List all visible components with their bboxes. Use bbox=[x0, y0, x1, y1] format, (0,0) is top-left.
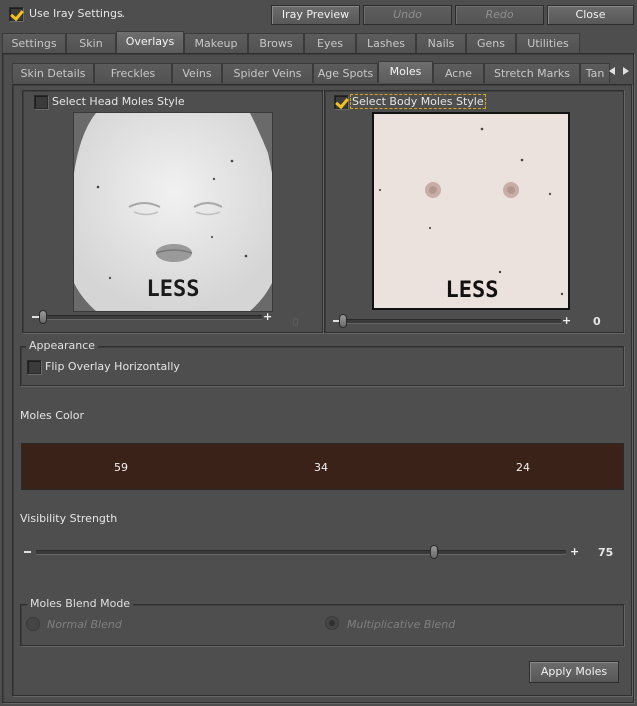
head-moles-preview[interactable]: LESS bbox=[73, 112, 273, 312]
tab-makeup[interactable]: Makeup bbox=[184, 33, 248, 53]
tab-settings[interactable]: Settings bbox=[2, 33, 66, 53]
head-moles-label: Select Head Moles Style bbox=[52, 95, 185, 108]
tab-skin[interactable]: Skin bbox=[66, 33, 116, 53]
body-slider-value: 0 bbox=[593, 315, 601, 328]
moles-color-swatch[interactable]: 59 34 24 bbox=[21, 443, 624, 490]
head-moles-slider-thumb[interactable] bbox=[39, 310, 47, 324]
color-green-value: 34 bbox=[314, 461, 328, 474]
tab-brows[interactable]: Brows bbox=[248, 33, 304, 53]
tab-overlays[interactable]: Overlays bbox=[116, 31, 184, 53]
normal-blend-label: Normal Blend bbox=[47, 618, 122, 631]
visibility-plus-icon[interactable]: + bbox=[570, 545, 579, 558]
tab-nails[interactable]: Nails bbox=[416, 33, 466, 53]
redo-button[interactable]: Redo bbox=[455, 5, 544, 25]
head-slider-plus-icon[interactable]: + bbox=[263, 310, 272, 323]
tab-freckles[interactable]: Freckles bbox=[94, 63, 172, 83]
sub-tab-bar: Skin Details Freckles Veins Spider Veins… bbox=[12, 61, 634, 83]
top-bar: Use Iray Settings .. Iray Preview Undo R… bbox=[0, 0, 637, 30]
main-tab-bar: Settings Skin Overlays Makeup Brows Eyes… bbox=[2, 31, 635, 53]
normal-blend-radio[interactable] bbox=[26, 617, 40, 631]
flip-overlay-checkbox[interactable] bbox=[27, 360, 41, 374]
tab-moles[interactable]: Moles bbox=[378, 61, 433, 83]
visibility-slider-thumb[interactable] bbox=[429, 545, 438, 559]
moles-color-label: Moles Color bbox=[20, 409, 84, 422]
head-slider-value: 0 bbox=[292, 316, 299, 329]
iray-preview-button[interactable]: Iray Preview bbox=[271, 5, 360, 25]
blend-mode-title: Moles Blend Mode bbox=[27, 597, 134, 610]
body-preview-text: LESS bbox=[445, 278, 499, 303]
apply-moles-button[interactable]: Apply Moles bbox=[529, 661, 619, 683]
body-moles-label: Select Body Moles Style bbox=[350, 94, 486, 109]
tab-eyes[interactable]: Eyes bbox=[304, 33, 356, 53]
head-moles-slider-track[interactable] bbox=[40, 315, 262, 320]
head-moles-checkbox[interactable] bbox=[34, 95, 48, 109]
tab-stretch-marks[interactable]: Stretch Marks bbox=[484, 63, 580, 83]
visibility-label: Visibility Strength bbox=[20, 512, 118, 525]
tab-skin-details[interactable]: Skin Details bbox=[12, 63, 94, 83]
scroll-left-icon[interactable] bbox=[609, 67, 615, 75]
tab-tan[interactable]: Tan bbox=[580, 63, 610, 83]
body-moles-preview[interactable]: LESS bbox=[372, 112, 570, 310]
close-button[interactable]: Close bbox=[547, 5, 634, 25]
tab-utilities[interactable]: Utilities bbox=[516, 33, 580, 53]
visibility-minus-icon[interactable] bbox=[24, 551, 31, 553]
tab-spider-veins[interactable]: Spider Veins bbox=[222, 63, 313, 83]
tab-veins[interactable]: Veins bbox=[172, 63, 222, 83]
ellipsis-text: .. bbox=[118, 7, 125, 20]
tab-lashes[interactable]: Lashes bbox=[356, 33, 416, 53]
flip-overlay-label: Flip Overlay Horizontally bbox=[45, 360, 180, 373]
use-iray-checkbox[interactable] bbox=[9, 7, 23, 21]
multiplicative-blend-label: Multiplicative Blend bbox=[347, 618, 456, 631]
multiplicative-blend-radio[interactable] bbox=[325, 616, 339, 630]
scroll-right-icon[interactable] bbox=[623, 67, 629, 75]
body-slider-plus-icon[interactable]: + bbox=[562, 314, 571, 327]
body-moles-checkbox[interactable] bbox=[334, 95, 348, 109]
visibility-value: 75 bbox=[598, 546, 614, 559]
use-iray-label: Use Iray Settings bbox=[29, 7, 123, 20]
tab-acne[interactable]: Acne bbox=[433, 63, 484, 83]
undo-button[interactable]: Undo bbox=[363, 5, 452, 25]
visibility-slider-track[interactable] bbox=[36, 550, 566, 555]
tab-gens[interactable]: Gens bbox=[466, 33, 516, 53]
tab-age-spots[interactable]: Age Spots bbox=[313, 63, 378, 83]
appearance-title: Appearance bbox=[26, 339, 99, 352]
body-moles-slider-thumb[interactable] bbox=[339, 314, 347, 328]
head-preview-text: LESS bbox=[146, 277, 200, 302]
body-moles-slider-track[interactable] bbox=[341, 319, 561, 324]
color-blue-value: 24 bbox=[516, 461, 530, 474]
color-red-value: 59 bbox=[114, 461, 128, 474]
